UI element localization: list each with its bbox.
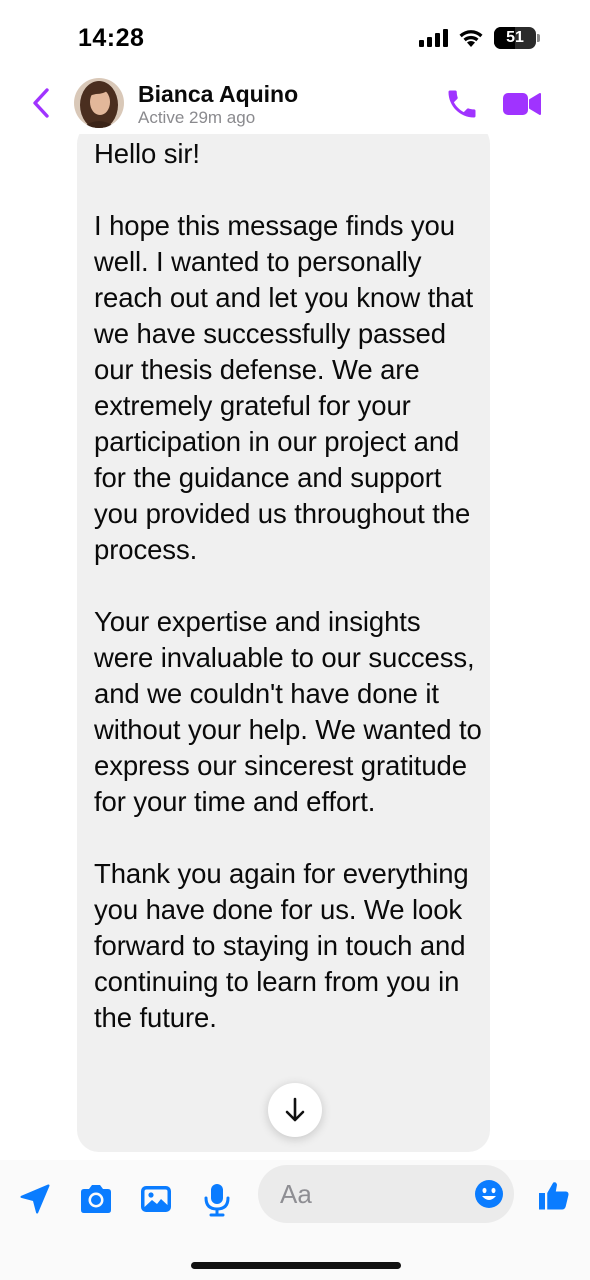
camera-icon bbox=[81, 1185, 111, 1213]
video-call-button[interactable] bbox=[501, 89, 543, 119]
chat-header: Bianca Aquino Active 29m ago bbox=[0, 72, 590, 134]
back-button[interactable] bbox=[26, 86, 56, 120]
camera-button[interactable] bbox=[77, 1180, 115, 1218]
voice-message-button[interactable] bbox=[199, 1180, 235, 1220]
composer-bar: Aa bbox=[0, 1160, 590, 1280]
back-chevron-icon bbox=[33, 88, 49, 118]
battery-icon: 51 bbox=[494, 27, 540, 49]
presence-status: Active 29m ago bbox=[138, 108, 256, 127]
gallery-button[interactable] bbox=[137, 1180, 175, 1218]
location-arrow-icon bbox=[20, 1184, 50, 1214]
arrow-down-icon bbox=[285, 1097, 305, 1122]
location-button[interactable] bbox=[16, 1180, 54, 1218]
video-camera-icon bbox=[503, 93, 541, 115]
audio-call-button[interactable] bbox=[444, 86, 480, 122]
message-input[interactable]: Aa bbox=[258, 1165, 514, 1223]
emoji-button[interactable] bbox=[474, 1179, 504, 1209]
status-icons: 51 bbox=[419, 27, 540, 49]
microphone-icon bbox=[204, 1184, 230, 1217]
like-button[interactable] bbox=[534, 1176, 574, 1216]
scroll-to-bottom-button[interactable] bbox=[268, 1083, 322, 1137]
message-bubble[interactable]: Hello sir! I hope this message finds you… bbox=[77, 122, 490, 1152]
signal-icon bbox=[419, 29, 448, 47]
photo-icon bbox=[141, 1186, 171, 1212]
phone-icon bbox=[448, 90, 476, 118]
status-time: 14:28 bbox=[78, 24, 145, 52]
status-bar: 14:28 51 bbox=[0, 0, 590, 70]
message-text: Hello sir! I hope this message finds you… bbox=[94, 138, 482, 1033]
message-input-placeholder: Aa bbox=[280, 1179, 312, 1209]
avatar[interactable] bbox=[74, 78, 124, 128]
wifi-icon bbox=[459, 30, 483, 47]
thumbs-up-icon bbox=[539, 1182, 569, 1210]
home-indicator bbox=[191, 1262, 401, 1269]
battery-level: 51 bbox=[506, 29, 524, 46]
emoji-icon bbox=[475, 1180, 503, 1208]
contact-name[interactable]: Bianca Aquino bbox=[138, 81, 298, 108]
